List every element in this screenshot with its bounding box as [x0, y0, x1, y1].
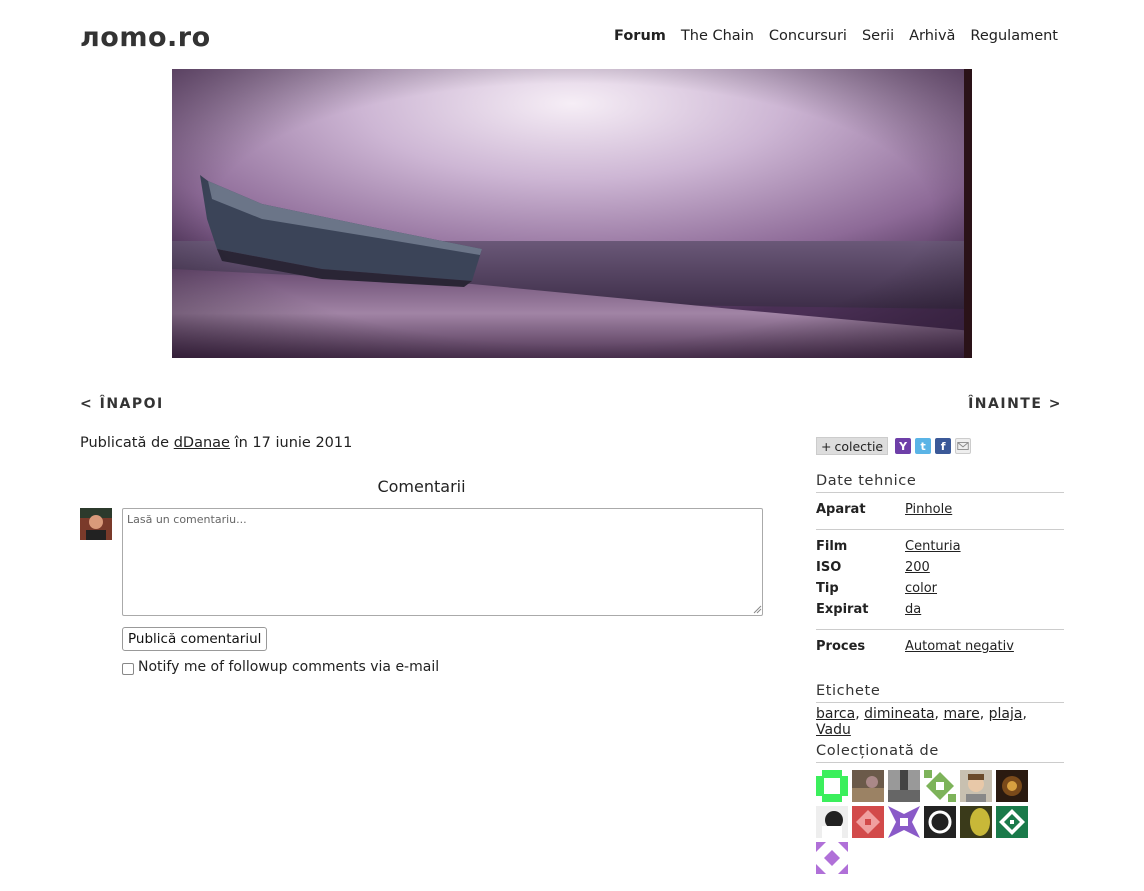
nav-serii[interactable]: Serii: [862, 28, 894, 44]
tech-value-link[interactable]: color: [905, 581, 937, 596]
collector-avatar[interactable]: [816, 770, 848, 802]
previous-link[interactable]: < ÎNAPOI: [80, 396, 164, 412]
byline: Publicată de dDanae în 17 iunie 2011: [80, 435, 352, 451]
resize-handle-icon[interactable]: [752, 604, 762, 614]
tech-data-section: Date tehnice Aparat Pinhole Film Centuri…: [816, 473, 1064, 657]
tech-row: Proces Automat negativ: [816, 636, 1064, 657]
nav-forum[interactable]: Forum: [614, 28, 666, 44]
collector-avatar[interactable]: [960, 806, 992, 838]
tag-link[interactable]: barca: [816, 706, 855, 722]
tech-value-link[interactable]: Automat negativ: [905, 639, 1014, 654]
tech-row: ISO 200: [816, 557, 1064, 578]
tech-key: Tip: [816, 581, 839, 596]
nav-arhiva[interactable]: Arhivă: [909, 28, 955, 44]
collector-avatar[interactable]: [816, 842, 848, 874]
main-nav: Forum The Chain Concursuri Serii Arhivă …: [614, 28, 1058, 44]
email-icon[interactable]: [955, 438, 972, 454]
tech-key: ISO: [816, 560, 842, 575]
collection-label: colectie: [834, 438, 884, 454]
collector-avatar[interactable]: [924, 770, 956, 802]
byline-prefix: Publicată de: [80, 435, 170, 451]
tags-heading: Etichete: [816, 683, 1064, 703]
collector-avatar[interactable]: [852, 806, 884, 838]
collector-avatar[interactable]: [960, 770, 992, 802]
collector-avatar[interactable]: [996, 770, 1028, 802]
twitter-icon[interactable]: t: [915, 438, 932, 454]
collector-avatar[interactable]: [924, 806, 956, 838]
submit-comment-button[interactable]: Publică comentariul: [122, 627, 268, 651]
divider: [816, 629, 1064, 630]
next-link[interactable]: ÎNAINTE >: [968, 396, 1062, 412]
main-photo: [172, 69, 972, 358]
collector-avatar[interactable]: [852, 770, 884, 802]
nav-regulament[interactable]: Regulament: [970, 28, 1058, 44]
divider: [816, 529, 1064, 530]
tags-list: barca, dimineata, mare, plaja, Vadu: [816, 706, 1027, 738]
notify-label: Notify me of followup comments via e-mai…: [138, 659, 440, 675]
collected-by-section: Colecționată de: [816, 743, 1064, 874]
tech-row: Tip color: [816, 578, 1064, 599]
nav-the-chain[interactable]: The Chain: [681, 28, 754, 44]
nav-concursuri[interactable]: Concursuri: [769, 28, 847, 44]
user-avatar: [80, 508, 112, 540]
tech-data-heading: Date tehnice: [816, 473, 1064, 493]
comment-input[interactable]: [122, 508, 763, 616]
tags-section: Etichete barca, dimineata, mare, plaja, …: [816, 683, 1064, 738]
comments-heading: Comentarii: [377, 477, 466, 496]
tech-row: Film Centuria: [816, 536, 1064, 557]
tech-row: Expirat da: [816, 599, 1064, 620]
collected-by-heading: Colecționată de: [816, 743, 1064, 763]
tech-value-link[interactable]: Pinhole: [905, 502, 952, 517]
tag-link[interactable]: Vadu: [816, 722, 851, 738]
tech-key: Expirat: [816, 602, 869, 617]
plus-icon: +: [821, 438, 832, 454]
tag-link[interactable]: plaja: [989, 706, 1023, 722]
notify-checkbox[interactable]: [122, 663, 134, 675]
collector-avatar[interactable]: [888, 770, 920, 802]
site-logo[interactable]: лomo.ro: [80, 22, 211, 53]
tag-link[interactable]: mare: [943, 706, 979, 722]
collector-avatar[interactable]: [996, 806, 1028, 838]
yahoo-icon[interactable]: Y: [895, 438, 912, 454]
collector-avatars: [816, 770, 1064, 874]
collector-avatar[interactable]: [816, 806, 848, 838]
tech-value-link[interactable]: Centuria: [905, 539, 961, 554]
add-to-collection-button[interactable]: + colectie: [816, 437, 889, 455]
author-link[interactable]: dDanae: [174, 435, 230, 451]
tech-key: Aparat: [816, 502, 866, 517]
collector-avatar[interactable]: [888, 806, 920, 838]
facebook-icon[interactable]: f: [935, 438, 952, 454]
tech-value-link[interactable]: da: [905, 602, 921, 617]
byline-date: în 17 iunie 2011: [234, 435, 353, 451]
tech-key: Proces: [816, 639, 866, 654]
notify-option[interactable]: Notify me of followup comments via e-mai…: [122, 659, 439, 675]
photo-toolbar: + colectie Y t f: [816, 437, 1064, 455]
tech-row: Aparat Pinhole: [816, 499, 1064, 520]
tag-link[interactable]: dimineata: [864, 706, 934, 722]
tech-value-link[interactable]: 200: [905, 560, 930, 575]
tech-key: Film: [816, 539, 848, 554]
